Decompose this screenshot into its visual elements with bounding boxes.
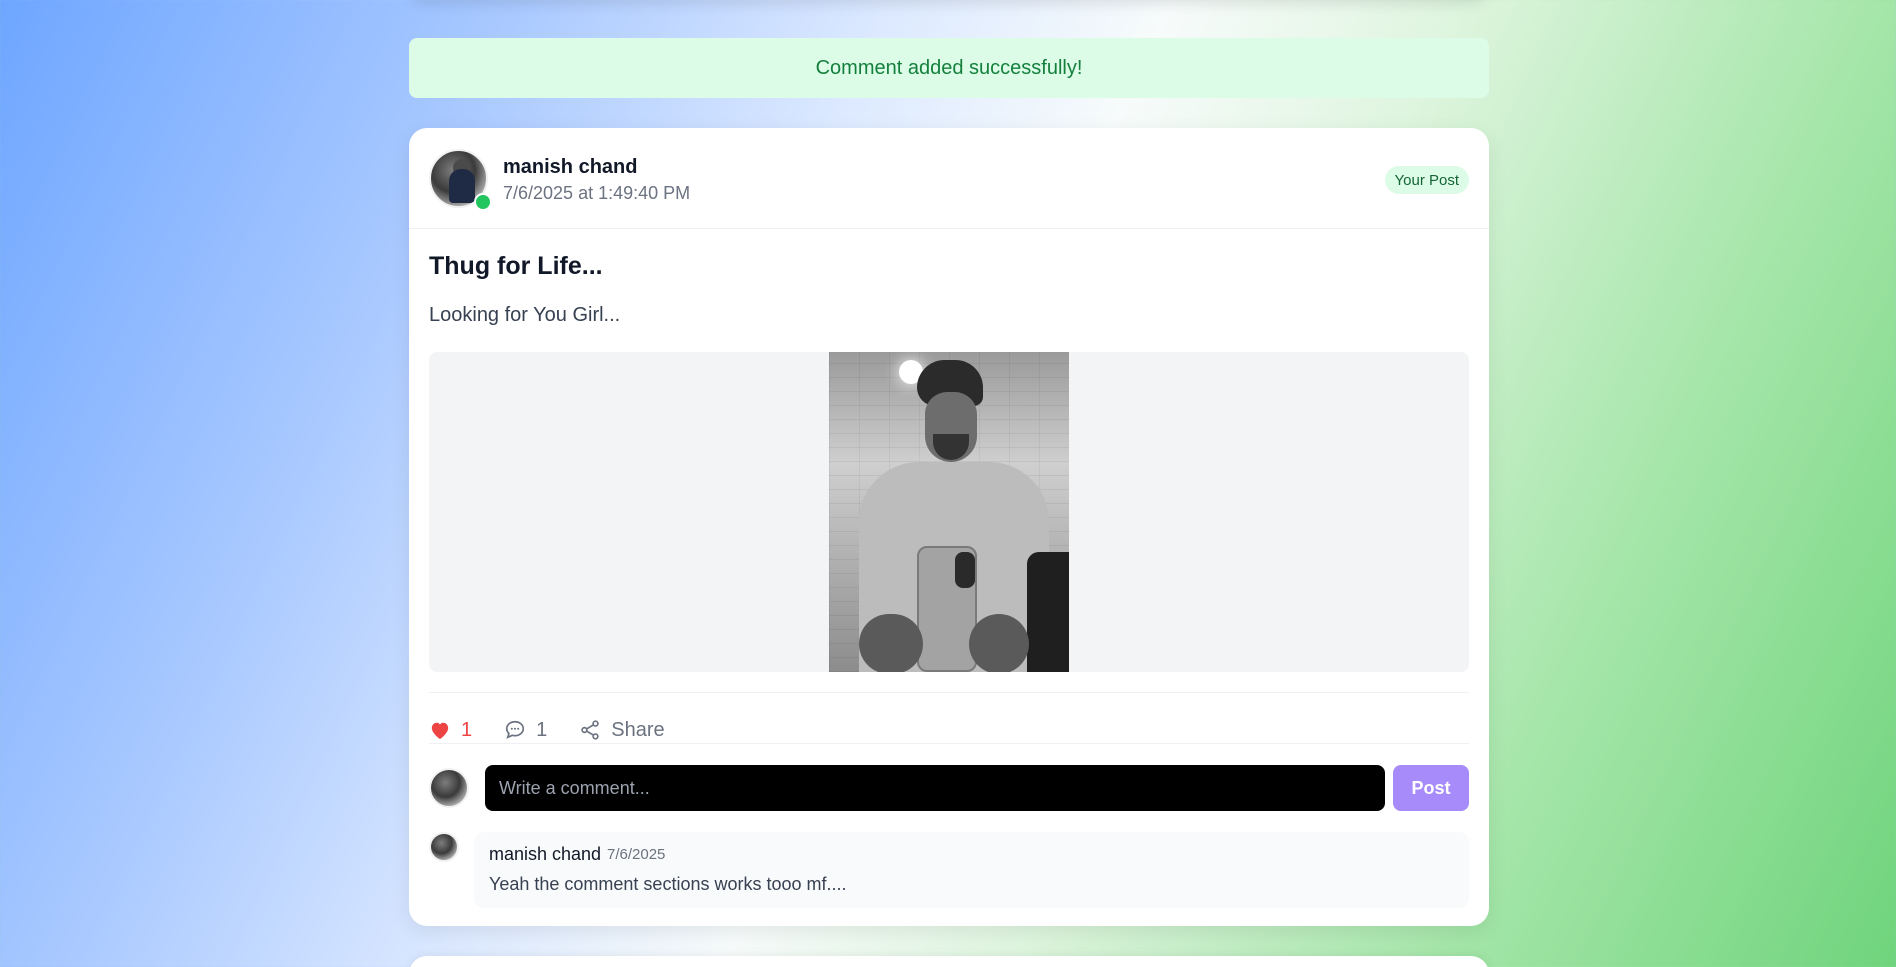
like-button[interactable]: 1 xyxy=(429,719,472,742)
post-timestamp: 7/6/2025 at 1:49:40 PM xyxy=(503,183,691,203)
like-count: 1 xyxy=(461,718,473,741)
current-user-avatar xyxy=(429,768,469,808)
next-post-card xyxy=(409,956,1489,967)
comment-text: Yeah the comment sections works tooo mf.… xyxy=(489,874,847,894)
comment-input[interactable] xyxy=(485,765,1385,811)
comment-date: 7/6/2025 xyxy=(607,846,666,863)
post-comment-button[interactable]: Post xyxy=(1393,765,1469,811)
post-body: Looking for You Girl... xyxy=(429,304,621,326)
comment-count: 1 xyxy=(536,718,548,741)
your-post-badge: Your Post xyxy=(1384,166,1469,194)
post-media xyxy=(429,352,1469,672)
divider xyxy=(429,692,1469,693)
comment-author[interactable]: manish chand xyxy=(489,844,601,865)
success-toast: Comment added successfully! xyxy=(409,38,1489,98)
divider xyxy=(429,743,1469,744)
share-label: Share xyxy=(611,718,665,741)
post-title: Thug for Life... xyxy=(429,252,603,280)
commenter-avatar xyxy=(429,832,459,862)
post-card: manish chand 7/6/2025 at 1:49:40 PM Your… xyxy=(409,128,1489,926)
comment-button[interactable]: 1 xyxy=(504,719,547,742)
share-icon xyxy=(579,719,601,741)
post-image[interactable] xyxy=(829,352,1069,672)
author-name[interactable]: manish chand xyxy=(503,156,637,179)
comment-item: manish chand 7/6/2025 Yeah the comment s… xyxy=(474,832,1469,908)
online-status-indicator xyxy=(474,193,492,211)
chat-bubble-icon xyxy=(504,719,526,741)
heart-icon xyxy=(429,720,451,740)
post-actions: 1 1 Share xyxy=(429,710,1469,750)
post-header: manish chand 7/6/2025 at 1:49:40 PM Your… xyxy=(409,128,1489,229)
share-button[interactable]: Share xyxy=(579,718,665,742)
toast-message: Comment added successfully! xyxy=(815,56,1083,79)
